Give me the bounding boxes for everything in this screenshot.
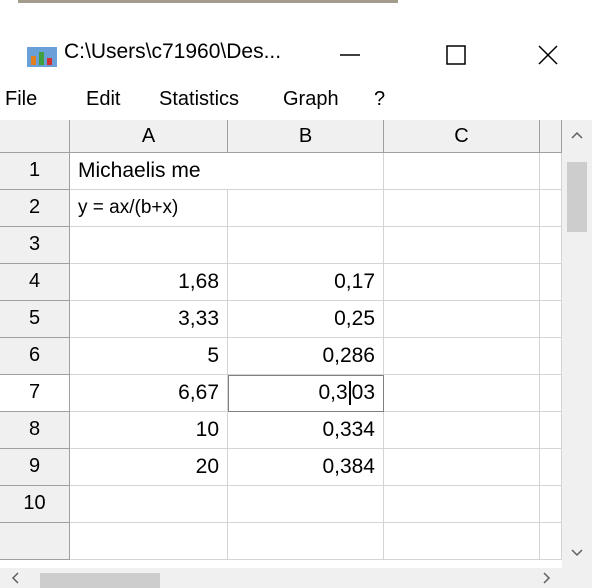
scroll-right-button[interactable]	[532, 568, 562, 588]
close-button[interactable]	[528, 38, 568, 72]
scroll-down-button[interactable]	[562, 538, 592, 568]
cell-d2[interactable]	[540, 190, 562, 227]
cell-d9[interactable]	[540, 449, 562, 486]
cell-a5[interactable]: 3,33	[70, 301, 228, 338]
cell-b10[interactable]	[228, 486, 384, 523]
chevron-right-icon	[543, 572, 551, 584]
vertical-scrollbar[interactable]	[562, 120, 592, 568]
cell-b7-text-before-caret: 0,3	[318, 381, 348, 404]
cell-a7[interactable]: 6,67	[70, 375, 228, 412]
cell-b9[interactable]: 0,384	[228, 449, 384, 486]
cell-b11[interactable]	[228, 523, 384, 560]
cell-b5[interactable]: 0,25	[228, 301, 384, 338]
row-header-10[interactable]: 10	[0, 486, 70, 523]
cell-a2[interactable]: y = ax/(b+x)	[70, 190, 228, 227]
row-header-2[interactable]: 2	[0, 190, 70, 227]
cell-d6[interactable]	[540, 338, 562, 375]
horizontal-scroll-thumb[interactable]	[40, 573, 160, 588]
cell-a8[interactable]: 10	[70, 412, 228, 449]
cell-d3[interactable]	[540, 227, 562, 264]
cell-c5[interactable]	[384, 301, 540, 338]
cell-a3[interactable]	[70, 227, 228, 264]
cell-d10[interactable]	[540, 486, 562, 523]
cell-c1[interactable]	[384, 153, 540, 190]
cell-d11[interactable]	[540, 523, 562, 560]
cell-d8[interactable]	[540, 412, 562, 449]
cell-c2[interactable]	[384, 190, 540, 227]
cell-a4[interactable]: 1,68	[70, 264, 228, 301]
scroll-up-button[interactable]	[562, 120, 592, 150]
cell-c9[interactable]	[384, 449, 540, 486]
cell-c8[interactable]	[384, 412, 540, 449]
cell-b8[interactable]: 0,334	[228, 412, 384, 449]
cell-d1[interactable]	[540, 153, 562, 190]
minimize-icon	[340, 54, 360, 56]
minimize-button[interactable]	[330, 38, 370, 72]
row-header-9[interactable]: 9	[0, 449, 70, 486]
cell-a11[interactable]	[70, 523, 228, 560]
cell-b7-text-after-caret: 03	[351, 381, 375, 404]
cell-c7[interactable]	[384, 375, 540, 412]
scroll-left-button[interactable]	[0, 568, 30, 588]
window-title: C:\Users\c71960\Des...	[64, 40, 282, 63]
row-header-11[interactable]	[0, 523, 70, 560]
menu-help[interactable]: ?	[374, 88, 385, 111]
vertical-scroll-thumb[interactable]	[567, 162, 587, 232]
cell-a10[interactable]	[70, 486, 228, 523]
cell-d7[interactable]	[540, 375, 562, 412]
cell-a9[interactable]: 20	[70, 449, 228, 486]
row-header-7[interactable]: 7	[0, 375, 70, 412]
top-edge	[0, 0, 592, 8]
top-edge-accent	[18, 0, 398, 3]
text-caret	[348, 381, 351, 406]
row-header-6[interactable]: 6	[0, 338, 70, 375]
cell-b3[interactable]	[228, 227, 384, 264]
title-bar: C:\Users\c71960\Des...	[0, 8, 592, 80]
menu-statistics[interactable]: Statistics	[159, 88, 239, 111]
column-header-a[interactable]: A	[70, 120, 228, 153]
cell-b6[interactable]: 0,286	[228, 338, 384, 375]
cell-b2[interactable]	[228, 190, 384, 227]
close-icon	[538, 45, 558, 65]
column-header-b[interactable]: B	[228, 120, 384, 153]
cell-b4[interactable]: 0,17	[228, 264, 384, 301]
row-header-3[interactable]: 3	[0, 227, 70, 264]
row-header-8[interactable]: 8	[0, 412, 70, 449]
cell-c11[interactable]	[384, 523, 540, 560]
app-icon	[27, 47, 57, 67]
cell-d5[interactable]	[540, 301, 562, 338]
cell-c4[interactable]	[384, 264, 540, 301]
horizontal-scrollbar[interactable]	[0, 568, 592, 588]
cell-a1[interactable]: Michaelis me	[70, 153, 384, 190]
cell-a6[interactable]: 5	[70, 338, 228, 375]
chevron-left-icon	[11, 572, 19, 584]
column-header-c[interactable]: C	[384, 120, 540, 153]
chevron-up-icon	[571, 131, 583, 139]
select-all-corner[interactable]	[0, 120, 70, 153]
menu-bar: File Edit Statistics Graph ?	[0, 80, 592, 120]
row-header-1[interactable]: 1	[0, 153, 70, 190]
cell-c3[interactable]	[384, 227, 540, 264]
maximize-icon	[446, 45, 466, 65]
cell-c6[interactable]	[384, 338, 540, 375]
column-header-d[interactable]	[540, 120, 562, 153]
menu-graph[interactable]: Graph	[283, 88, 339, 111]
cell-c10[interactable]	[384, 486, 540, 523]
spreadsheet-grid: A B C 1 Michaelis me 2 y = ax/(b+x) 3 4 …	[0, 120, 562, 568]
menu-file[interactable]: File	[5, 88, 37, 111]
menu-edit[interactable]: Edit	[86, 88, 120, 111]
maximize-button[interactable]	[436, 38, 476, 72]
cell-d4[interactable]	[540, 264, 562, 301]
chevron-down-icon	[571, 549, 583, 557]
cell-b7-editing[interactable]: 0,3 03	[228, 375, 384, 412]
row-header-4[interactable]: 4	[0, 264, 70, 301]
row-header-5[interactable]: 5	[0, 301, 70, 338]
